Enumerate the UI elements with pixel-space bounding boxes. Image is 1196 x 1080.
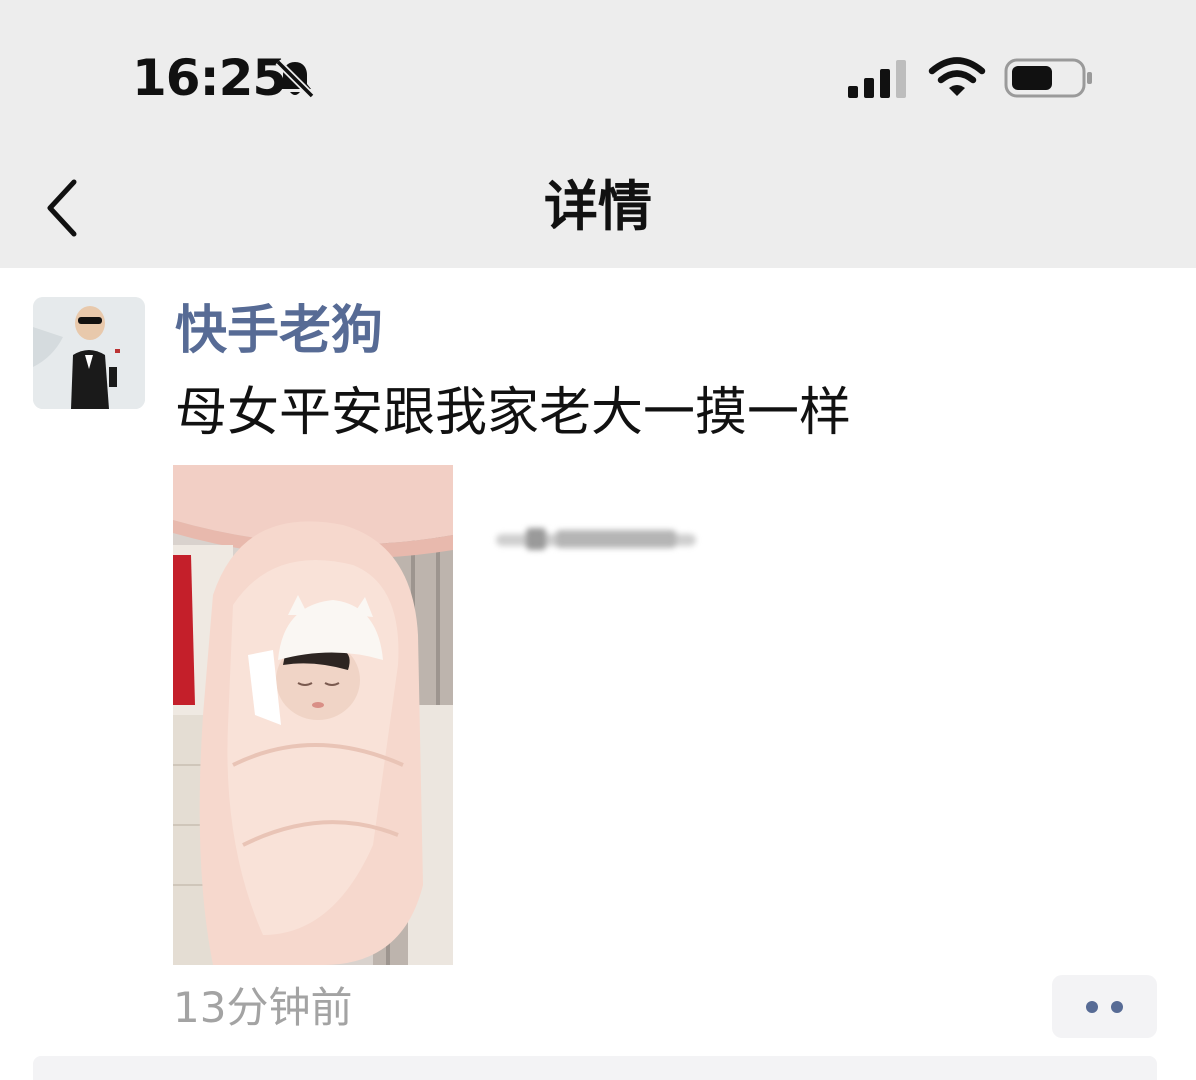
avatar-photo [33, 297, 145, 409]
moments-detail-screen: 16:25 详情 快手老狗 母女平安跟我家老大一摸一样 13分钟前 [0, 0, 1196, 1080]
post-timestamp: 13分钟前 [173, 983, 353, 1032]
cellular-signal-icon [848, 60, 906, 98]
blurred-text [496, 528, 696, 550]
post-text: 母女平安跟我家老大一摸一样 [175, 383, 852, 443]
comment-area [33, 1056, 1157, 1080]
more-actions-button[interactable] [1052, 975, 1157, 1038]
battery-icon [1004, 58, 1092, 98]
bell-muted-icon [275, 59, 315, 99]
page-title: 详情 [544, 175, 652, 238]
wifi-icon [928, 57, 986, 96]
top-bar: 16:25 详情 [0, 0, 1196, 268]
two-dots-icon-second-dot [1111, 1001, 1123, 1013]
post-photo[interactable] [173, 465, 453, 965]
status-time: 16:25 [132, 49, 287, 107]
username[interactable]: 快手老狗 [175, 298, 383, 364]
avatar[interactable] [33, 297, 145, 409]
newborn-photo [173, 465, 453, 965]
two-dots-icon [1086, 1001, 1098, 1013]
